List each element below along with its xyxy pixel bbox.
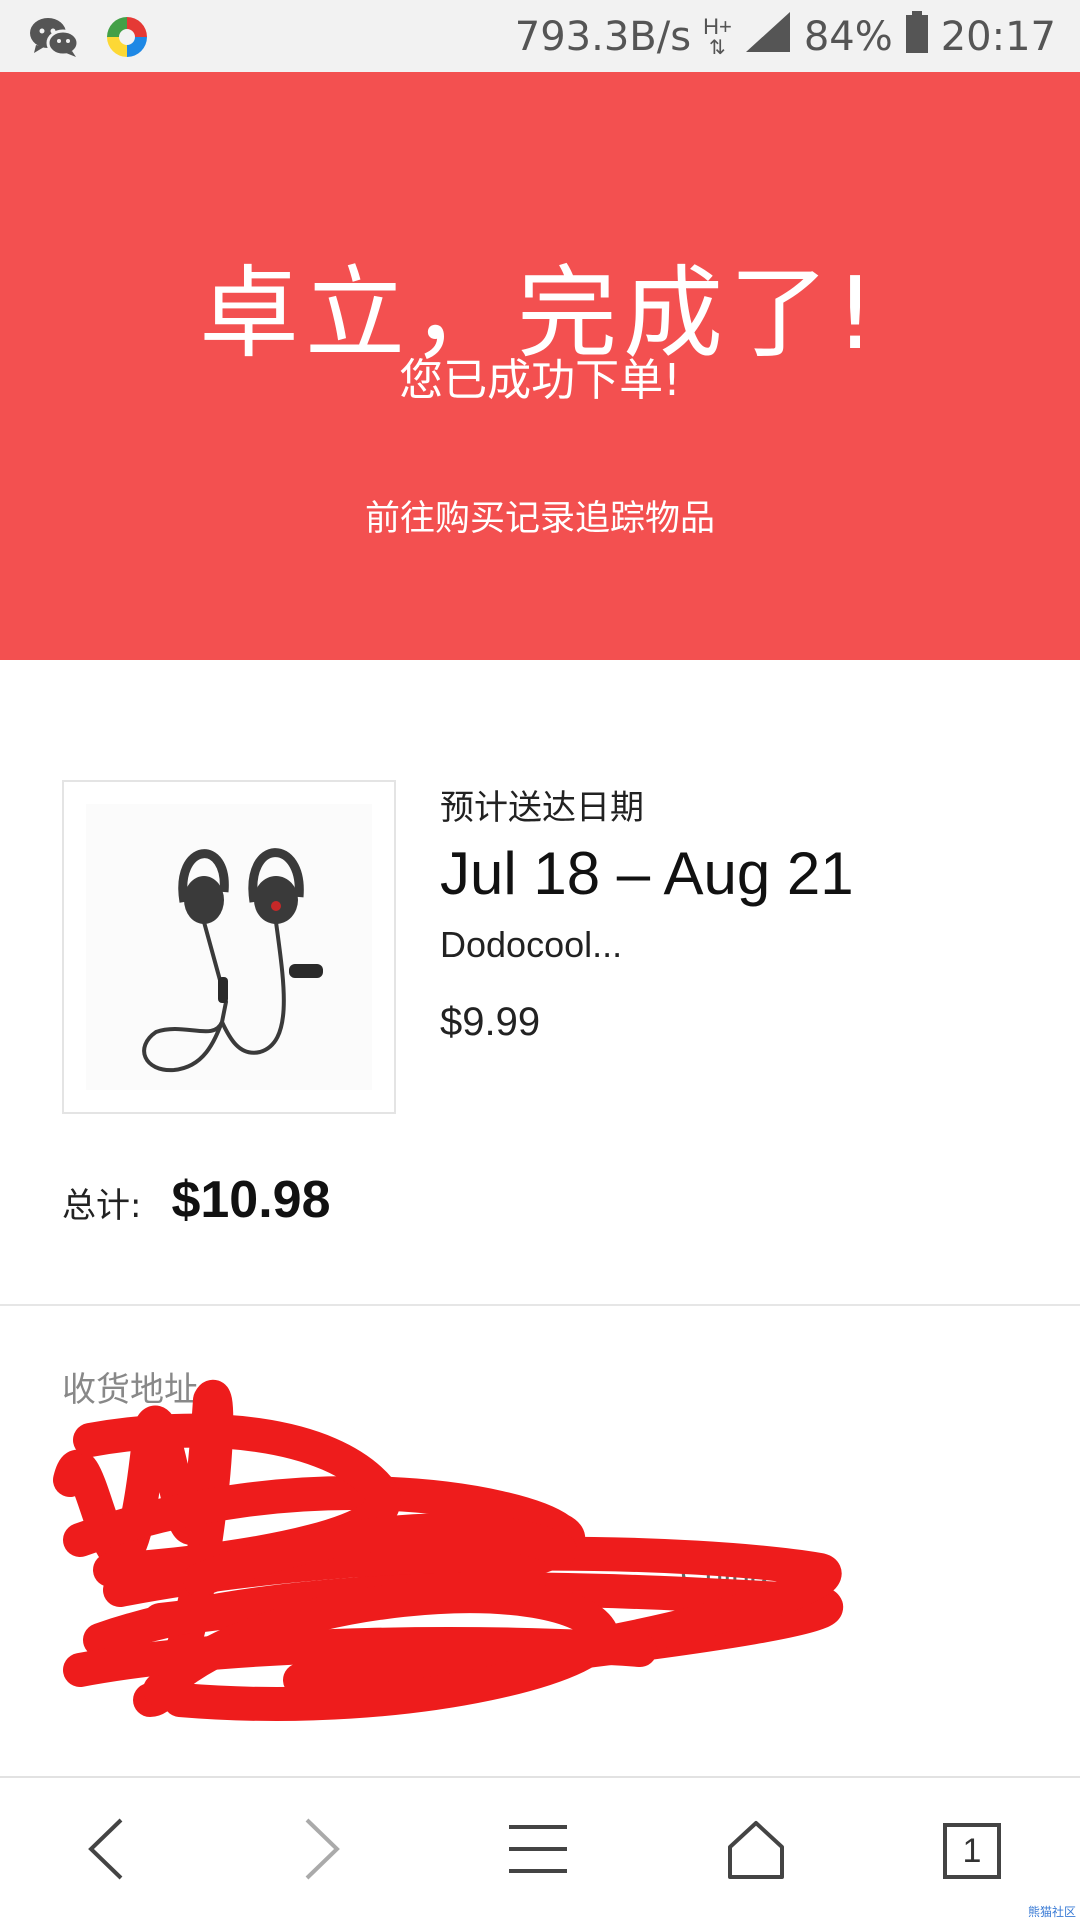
address-fragment: China xyxy=(680,1555,769,1593)
success-banner: 卓立，完成了! 您已成功下单! 前往购买记录追踪物品 xyxy=(0,72,1080,660)
product-name[interactable]: Dodocool... xyxy=(440,924,854,966)
clock: 20:17 xyxy=(940,14,1056,60)
track-order-link[interactable]: 前往购买记录追踪物品 xyxy=(0,490,1080,541)
back-button[interactable] xyxy=(56,1806,156,1896)
battery-percent: 84% xyxy=(803,14,893,60)
network-speed: 793.3B/s xyxy=(514,14,692,60)
network-type-indicator: H+ ⇅ xyxy=(703,14,732,59)
tabs-icon: 1 xyxy=(943,1823,1001,1879)
forward-button[interactable] xyxy=(272,1806,372,1896)
menu-icon xyxy=(505,1819,571,1884)
order-info: 预计送达日期 Jul 18 – Aug 21 Dodocool... $9.99 xyxy=(440,780,854,1045)
browser-bottom-nav: 1 熊猫社区 xyxy=(0,1776,1080,1922)
tabs-button[interactable]: 1 xyxy=(922,1806,1022,1896)
product-price: $9.99 xyxy=(440,1000,541,1044)
earphones-image xyxy=(86,804,372,1090)
product-image[interactable] xyxy=(62,780,396,1114)
tab-count: 1 xyxy=(962,1831,982,1870)
total-value: $10.98 xyxy=(171,1171,331,1229)
forward-icon xyxy=(297,1814,347,1889)
address-country-fragment: China xyxy=(680,1555,769,1594)
menu-button[interactable] xyxy=(488,1806,588,1896)
order-total: 总计: $10.98 xyxy=(62,1170,331,1230)
app-icon xyxy=(102,12,152,67)
signal-icon xyxy=(744,10,792,64)
battery-icon xyxy=(905,10,929,64)
shipping-address-label: 收货地址 xyxy=(62,1370,198,1410)
status-bar: 793.3B/s H+ ⇅ 84% 20:17 xyxy=(0,0,1080,72)
back-icon xyxy=(81,1814,131,1889)
total-label: 总计: xyxy=(62,1186,142,1226)
eta-date-range: Jul 18 – Aug 21 xyxy=(440,840,854,907)
home-button[interactable] xyxy=(706,1806,806,1896)
section-divider xyxy=(0,1304,1080,1306)
network-type-label: H+ xyxy=(703,14,732,39)
home-icon xyxy=(724,1817,788,1886)
eta-label: 预计送达日期 xyxy=(440,788,644,828)
watermark: 熊猫社区 xyxy=(1027,1905,1076,1919)
success-subtitle: 您已成功下单! xyxy=(399,355,681,406)
wechat-icon xyxy=(28,15,80,64)
